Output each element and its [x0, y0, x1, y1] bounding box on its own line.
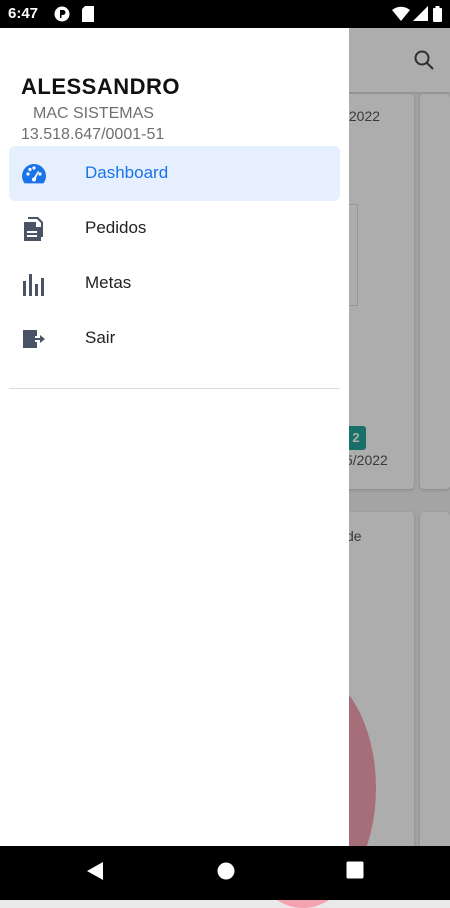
notification-p-icon	[54, 6, 70, 22]
menu-item-sair[interactable]: Sair	[9, 311, 340, 366]
signal-icon	[413, 6, 428, 21]
menu-label-metas: Metas	[85, 273, 132, 292]
user-name: ALESSANDRO	[21, 74, 181, 99]
drawer-divider	[9, 388, 340, 389]
company-cnpj: 13.518.647/0001-51	[21, 126, 165, 143]
menu-label-dashboard: Dashboard	[85, 163, 169, 182]
back-icon[interactable]	[86, 861, 104, 881]
sd-card-icon	[82, 6, 94, 22]
status-bar: 6:47	[0, 0, 450, 28]
navigation-drawer: ALESSANDRO MAC SISTEMAS 13.518.647/0001-…	[0, 28, 349, 846]
menu-item-dashboard[interactable]: Dashboard	[9, 146, 340, 201]
wifi-icon	[392, 6, 410, 21]
recents-icon[interactable]	[346, 861, 364, 879]
speedometer-icon	[22, 164, 46, 184]
battery-icon	[433, 6, 442, 22]
drawer-menu: Dashboard Pedidos Metas Sair	[9, 146, 340, 366]
documents-icon	[24, 217, 43, 241]
company-name: MAC SISTEMAS	[33, 105, 154, 122]
menu-label-sair: Sair	[85, 328, 116, 347]
menu-item-metas[interactable]: Metas	[9, 256, 340, 311]
bar-chart-icon	[23, 274, 44, 296]
logout-icon	[23, 330, 45, 348]
system-nav-bar	[0, 846, 450, 900]
status-time: 6:47	[8, 5, 39, 22]
home-icon[interactable]	[216, 861, 236, 881]
menu-item-pedidos[interactable]: Pedidos	[9, 201, 340, 256]
menu-label-pedidos: Pedidos	[85, 218, 147, 237]
